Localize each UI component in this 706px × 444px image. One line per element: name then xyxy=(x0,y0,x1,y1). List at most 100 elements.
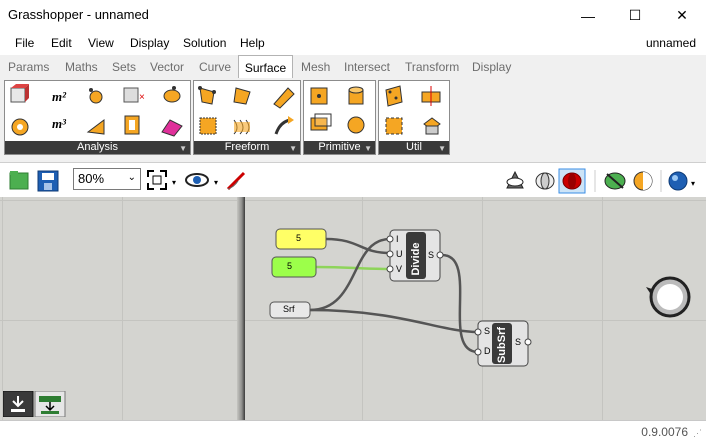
panel-freeform-label: Freeform xyxy=(194,141,300,154)
evaluate-box-icon[interactable]: × xyxy=(123,87,145,103)
four-point-surface-icon[interactable] xyxy=(198,86,216,105)
preview-selected-icon[interactable] xyxy=(562,172,582,190)
maximize-button[interactable]: ☐ xyxy=(612,0,658,31)
box-2pt-icon[interactable] xyxy=(310,113,332,131)
zoom-select[interactable]: 80% ⌄ xyxy=(73,168,141,190)
document-name: unnamed xyxy=(645,36,696,50)
menu-file[interactable]: File xyxy=(15,36,34,50)
slider-a-value: 5 xyxy=(296,233,302,243)
util-icons xyxy=(385,85,441,135)
view-tools: ▾ ▾ xyxy=(147,170,246,191)
panel-expand-icon[interactable]: ▼ xyxy=(364,144,372,153)
maximize-icon: ☐ xyxy=(628,7,642,23)
subsrf-title: SubSrf xyxy=(496,326,508,364)
boundary-surfaces-icon[interactable] xyxy=(199,117,217,135)
panel-expand-icon[interactable]: ▼ xyxy=(438,144,446,153)
preview-wireframe-icon[interactable] xyxy=(506,170,524,189)
cap-holes-icon[interactable] xyxy=(421,86,441,106)
tab-vector[interactable]: Vector xyxy=(150,60,184,74)
bake-icon[interactable] xyxy=(604,172,626,190)
divide-title: Divide xyxy=(410,242,422,276)
tab-transform[interactable]: Transform xyxy=(405,60,459,74)
document-info-icon[interactable] xyxy=(668,171,688,191)
zoom-extents-icon[interactable] xyxy=(147,170,167,190)
volume-m3-icon[interactable]: m³ xyxy=(48,113,70,135)
minimize-button[interactable]: — xyxy=(565,0,611,31)
freeform-icons xyxy=(198,86,295,135)
panel-expand-icon[interactable]: ▼ xyxy=(289,144,297,153)
save-file-icon[interactable] xyxy=(37,170,59,192)
area-moments-icon[interactable] xyxy=(86,119,105,135)
edge-surface-icon[interactable] xyxy=(233,87,251,105)
menu-view[interactable]: View xyxy=(88,36,114,50)
tab-curve[interactable]: Curve xyxy=(199,60,231,74)
menu-solution[interactable]: Solution xyxy=(183,36,226,50)
chevron-down-icon[interactable]: ▾ xyxy=(172,178,176,187)
version-label: 0.9.0076 xyxy=(641,425,688,439)
window-title: Grasshopper - unnamed xyxy=(8,7,149,22)
sketch-pen-icon[interactable] xyxy=(226,171,246,191)
tab-intersect[interactable]: Intersect xyxy=(344,60,390,74)
volume-icon[interactable] xyxy=(89,88,103,104)
evaluate-surface-icon[interactable] xyxy=(161,119,183,137)
sphere-icon[interactable] xyxy=(347,116,365,134)
zoom-value: 80% xyxy=(78,171,105,186)
divide-input-i: I xyxy=(396,234,399,244)
canvas-corner-buttons xyxy=(3,391,66,417)
tab-display[interactable]: Display xyxy=(472,60,511,74)
divide-input-v: V xyxy=(396,264,403,274)
display-tools: ▾ xyxy=(506,168,695,194)
loft-icon[interactable] xyxy=(233,119,250,135)
navigation-compass-icon[interactable] xyxy=(646,276,691,318)
panel-expand-icon[interactable]: ▼ xyxy=(179,144,187,153)
offset-surface-icon[interactable] xyxy=(423,117,441,135)
wire xyxy=(441,253,479,354)
tab-maths[interactable]: Maths xyxy=(65,60,98,74)
file-icons xyxy=(9,170,59,192)
center-box-icon[interactable] xyxy=(310,87,328,105)
tab-surface[interactable]: Surface xyxy=(238,55,293,79)
tab-surface-label: Surface xyxy=(244,60,287,75)
tab-params[interactable]: Params xyxy=(8,60,49,74)
tab-mesh[interactable]: Mesh xyxy=(301,60,330,74)
preview-eye-icon[interactable] xyxy=(185,173,209,187)
wire xyxy=(309,308,479,334)
close-icon: ✕ xyxy=(676,7,688,23)
subsrf-input-d: D xyxy=(484,346,491,356)
wire xyxy=(315,265,391,271)
menu-edit[interactable]: Edit xyxy=(51,36,72,50)
close-button[interactable]: ✕ xyxy=(659,0,705,31)
chevron-down-icon: ⌄ xyxy=(127,172,136,183)
brep-topology-icon[interactable] xyxy=(11,118,29,136)
primitive-icons xyxy=(310,86,365,134)
divide-domain-icon[interactable] xyxy=(385,85,403,107)
area-icon[interactable]: m² xyxy=(48,86,70,108)
tab-sets[interactable]: Sets xyxy=(112,60,136,74)
panel-analysis-label: Analysis xyxy=(5,141,190,154)
canvas-graph xyxy=(269,228,691,367)
divide-output-s: S xyxy=(428,250,435,260)
svg-text:×: × xyxy=(139,92,145,103)
open-file-icon[interactable] xyxy=(9,171,29,190)
shape-in-brep-icon[interactable] xyxy=(124,115,140,135)
isotrim-icon[interactable] xyxy=(385,117,403,135)
analysis-icons: × xyxy=(10,84,183,137)
sweep-icon[interactable] xyxy=(274,116,294,135)
slider-b-value: 5 xyxy=(287,261,293,271)
box-properties-icon[interactable] xyxy=(10,84,29,103)
cylinder-icon[interactable] xyxy=(348,86,364,105)
menu-help[interactable]: Help xyxy=(240,36,265,50)
subsrf-input-s: S xyxy=(484,326,491,336)
minimize-icon: — xyxy=(581,7,595,24)
divide-input-u: U xyxy=(396,249,403,259)
color-picker-icon[interactable] xyxy=(633,171,653,191)
surface-closest-point-icon[interactable] xyxy=(163,86,181,103)
chevron-down-icon[interactable]: ▾ xyxy=(214,178,218,187)
subsrf-output-s: S xyxy=(515,337,522,347)
number-slider[interactable] xyxy=(271,256,317,278)
menu-display[interactable]: Display xyxy=(130,36,169,50)
resize-grip-icon[interactable]: ⋰ xyxy=(693,428,702,439)
chevron-down-icon[interactable]: ▾ xyxy=(691,179,695,188)
preview-shaded-icon[interactable] xyxy=(535,172,555,190)
extrude-icon[interactable] xyxy=(273,87,295,109)
